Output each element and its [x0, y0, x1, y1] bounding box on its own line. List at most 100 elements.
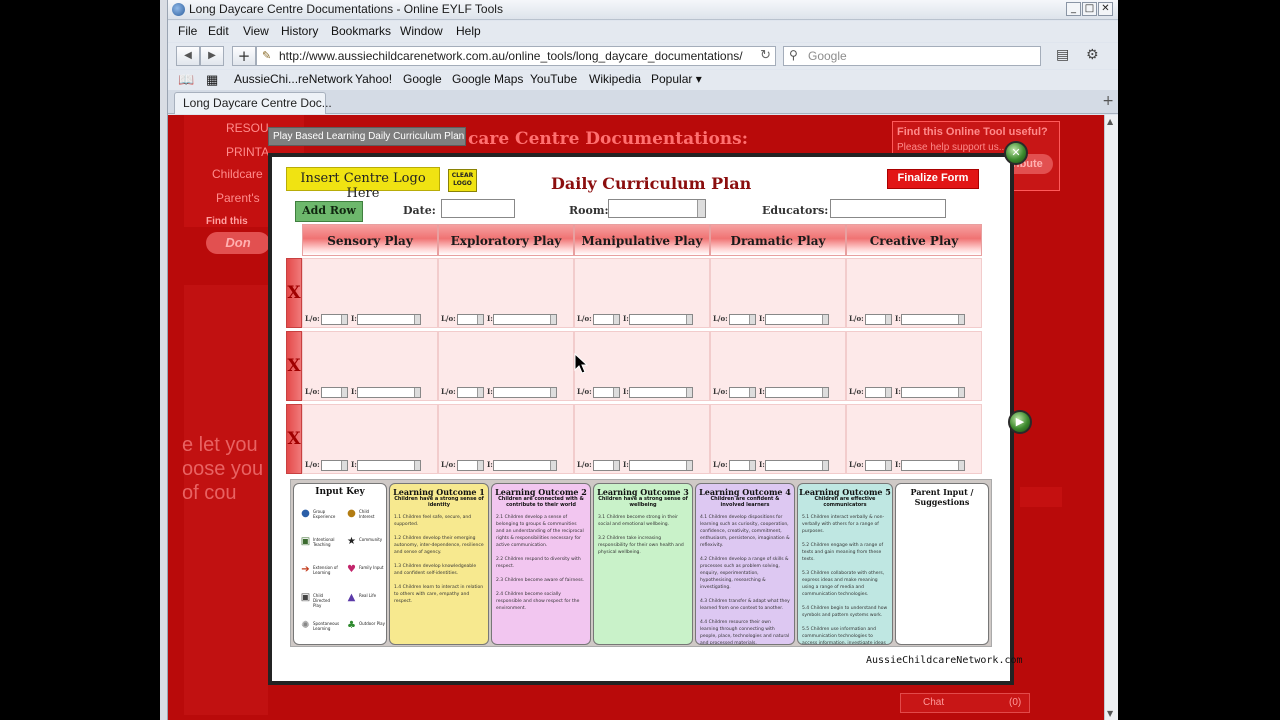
input-select[interactable] [357, 460, 421, 471]
plan-cell[interactable]: L/o: I: [846, 258, 982, 328]
bookmark-popular[interactable]: Popular ▾ [651, 72, 702, 86]
delete-row-button[interactable]: X [286, 258, 302, 328]
bookmarks-book-icon[interactable]: 📖 [178, 72, 194, 88]
lo-select[interactable] [593, 387, 620, 398]
finalize-form-button[interactable]: Finalize Form [887, 169, 979, 189]
page-menu-icon[interactable]: ▤ [1056, 47, 1069, 63]
input-select[interactable] [765, 314, 829, 325]
menu-file[interactable]: File [178, 24, 197, 38]
plan-cell[interactable]: L/o: I: [574, 331, 710, 401]
bookmark-youtube[interactable]: YouTube [530, 72, 577, 86]
educators-input[interactable] [830, 199, 946, 218]
menu-window[interactable]: Window [400, 24, 443, 38]
lo-select[interactable] [457, 314, 484, 325]
plan-cell[interactable]: L/o: I: [710, 404, 846, 474]
input-select[interactable] [901, 387, 965, 398]
date-input[interactable] [441, 199, 515, 218]
scroll-up-icon[interactable]: ▲ [1107, 117, 1113, 126]
lo-select[interactable] [593, 314, 620, 325]
menu-history[interactable]: History [281, 24, 318, 38]
input-select[interactable] [901, 460, 965, 471]
lo-select[interactable] [729, 314, 756, 325]
input-select[interactable] [357, 314, 421, 325]
input-select[interactable] [493, 387, 557, 398]
next-arrow-icon[interactable]: ▶ [1008, 410, 1032, 434]
site-signature: AussieChildcareNetwork.com [866, 655, 1023, 666]
learning-outcome-subtitle: Children are connected with & contribute… [498, 496, 584, 508]
gear-icon[interactable]: ⚙ [1086, 47, 1099, 63]
tab-long-daycare[interactable]: Long Daycare Centre Doc... [174, 92, 332, 114]
parent-input-panel[interactable]: Parent Input / Suggestions [895, 483, 989, 645]
new-tab-icon[interactable]: + [1102, 93, 1114, 109]
menu-help[interactable]: Help [456, 24, 481, 38]
input-select[interactable] [629, 387, 693, 398]
back-button[interactable]: ◀ [176, 46, 200, 66]
input-select[interactable] [357, 387, 421, 398]
minimize-button[interactable]: _ [1066, 2, 1081, 16]
lo-select[interactable] [457, 460, 484, 471]
delete-row-button[interactable]: X [286, 331, 302, 401]
plan-cell[interactable]: L/o: I: [302, 331, 438, 401]
scroll-down-icon[interactable]: ▼ [1107, 709, 1113, 718]
top-sites-grid-icon[interactable]: ▦ [206, 72, 218, 88]
plan-cell[interactable]: L/o: I: [438, 404, 574, 474]
plan-cell[interactable]: L/o: I: [710, 258, 846, 328]
search-input[interactable]: ⚲ Google [783, 46, 1041, 66]
learning-outcome-item: 4.3 Children transfer & adapt what they … [700, 599, 790, 611]
reload-icon[interactable]: ↻ [760, 48, 771, 63]
bookmark-google[interactable]: Google [403, 72, 442, 86]
input-select[interactable] [629, 460, 693, 471]
maximize-button[interactable]: □ [1082, 2, 1097, 16]
delete-row-button[interactable]: X [286, 404, 302, 474]
address-bar[interactable]: ✎ http://www.aussiechildcarenetwork.com.… [256, 46, 776, 66]
lo-select[interactable] [321, 460, 348, 471]
modal-close-orb-icon[interactable]: ✕ [1004, 141, 1028, 165]
lo-select[interactable] [321, 314, 348, 325]
menu-bookmarks[interactable]: Bookmarks [331, 24, 391, 38]
bookmark-yahoo[interactable]: Yahoo! [355, 72, 392, 86]
search-icon: ⚲ [789, 48, 798, 62]
plan-cell[interactable]: L/o: I: [846, 331, 982, 401]
bookmark-google-maps[interactable]: Google Maps [452, 72, 523, 86]
menu-view[interactable]: View [243, 24, 269, 38]
key-item-label: Child Interest [359, 509, 375, 519]
plan-cell[interactable]: L/o: I: [846, 404, 982, 474]
lo-select[interactable] [865, 387, 892, 398]
plan-cell[interactable]: L/o: I: [302, 258, 438, 328]
key-item-icon: ➔ [301, 564, 310, 575]
input-select[interactable] [493, 460, 557, 471]
lo-label: L/o: [713, 387, 728, 396]
menu-edit[interactable]: Edit [208, 24, 229, 38]
plan-cell[interactable]: L/o: I: [574, 404, 710, 474]
input-select[interactable] [493, 314, 557, 325]
bookmark-aussie[interactable]: AussieChi...reNetwork [234, 72, 353, 86]
site-favicon-icon: ✎ [262, 49, 272, 62]
lo-select[interactable] [321, 387, 348, 398]
clear-logo-button[interactable]: CLEAR LOGO [448, 169, 477, 192]
lo-select[interactable] [729, 460, 756, 471]
add-bookmark-button[interactable]: + [232, 46, 256, 66]
close-button[interactable]: ✕ [1098, 2, 1113, 16]
input-select[interactable] [901, 314, 965, 325]
input-select[interactable] [765, 387, 829, 398]
plan-cell[interactable]: L/o: I: [302, 404, 438, 474]
plan-cell[interactable]: L/o: I: [438, 331, 574, 401]
lo-dropdown-arrow-icon [749, 461, 755, 470]
input-select[interactable] [629, 314, 693, 325]
plan-cell[interactable]: L/o: I: [438, 258, 574, 328]
lo-select[interactable] [593, 460, 620, 471]
add-row-button[interactable]: Add Row [295, 201, 363, 222]
lo-select[interactable] [729, 387, 756, 398]
plan-cell[interactable]: L/o: I: [574, 258, 710, 328]
lo-select[interactable] [865, 314, 892, 325]
form-title: Daily Curriculum Plan [551, 174, 752, 193]
plan-cell[interactable]: L/o: I: [710, 331, 846, 401]
page-scrollbar[interactable]: ▲ ▼ [1104, 115, 1118, 720]
forward-button[interactable]: ▶ [200, 46, 224, 66]
lo-select[interactable] [865, 460, 892, 471]
insert-logo-button[interactable]: Insert Centre Logo Here [286, 167, 440, 201]
room-select[interactable] [608, 199, 706, 218]
input-select[interactable] [765, 460, 829, 471]
lo-select[interactable] [457, 387, 484, 398]
bookmark-wikipedia[interactable]: Wikipedia [589, 72, 641, 86]
